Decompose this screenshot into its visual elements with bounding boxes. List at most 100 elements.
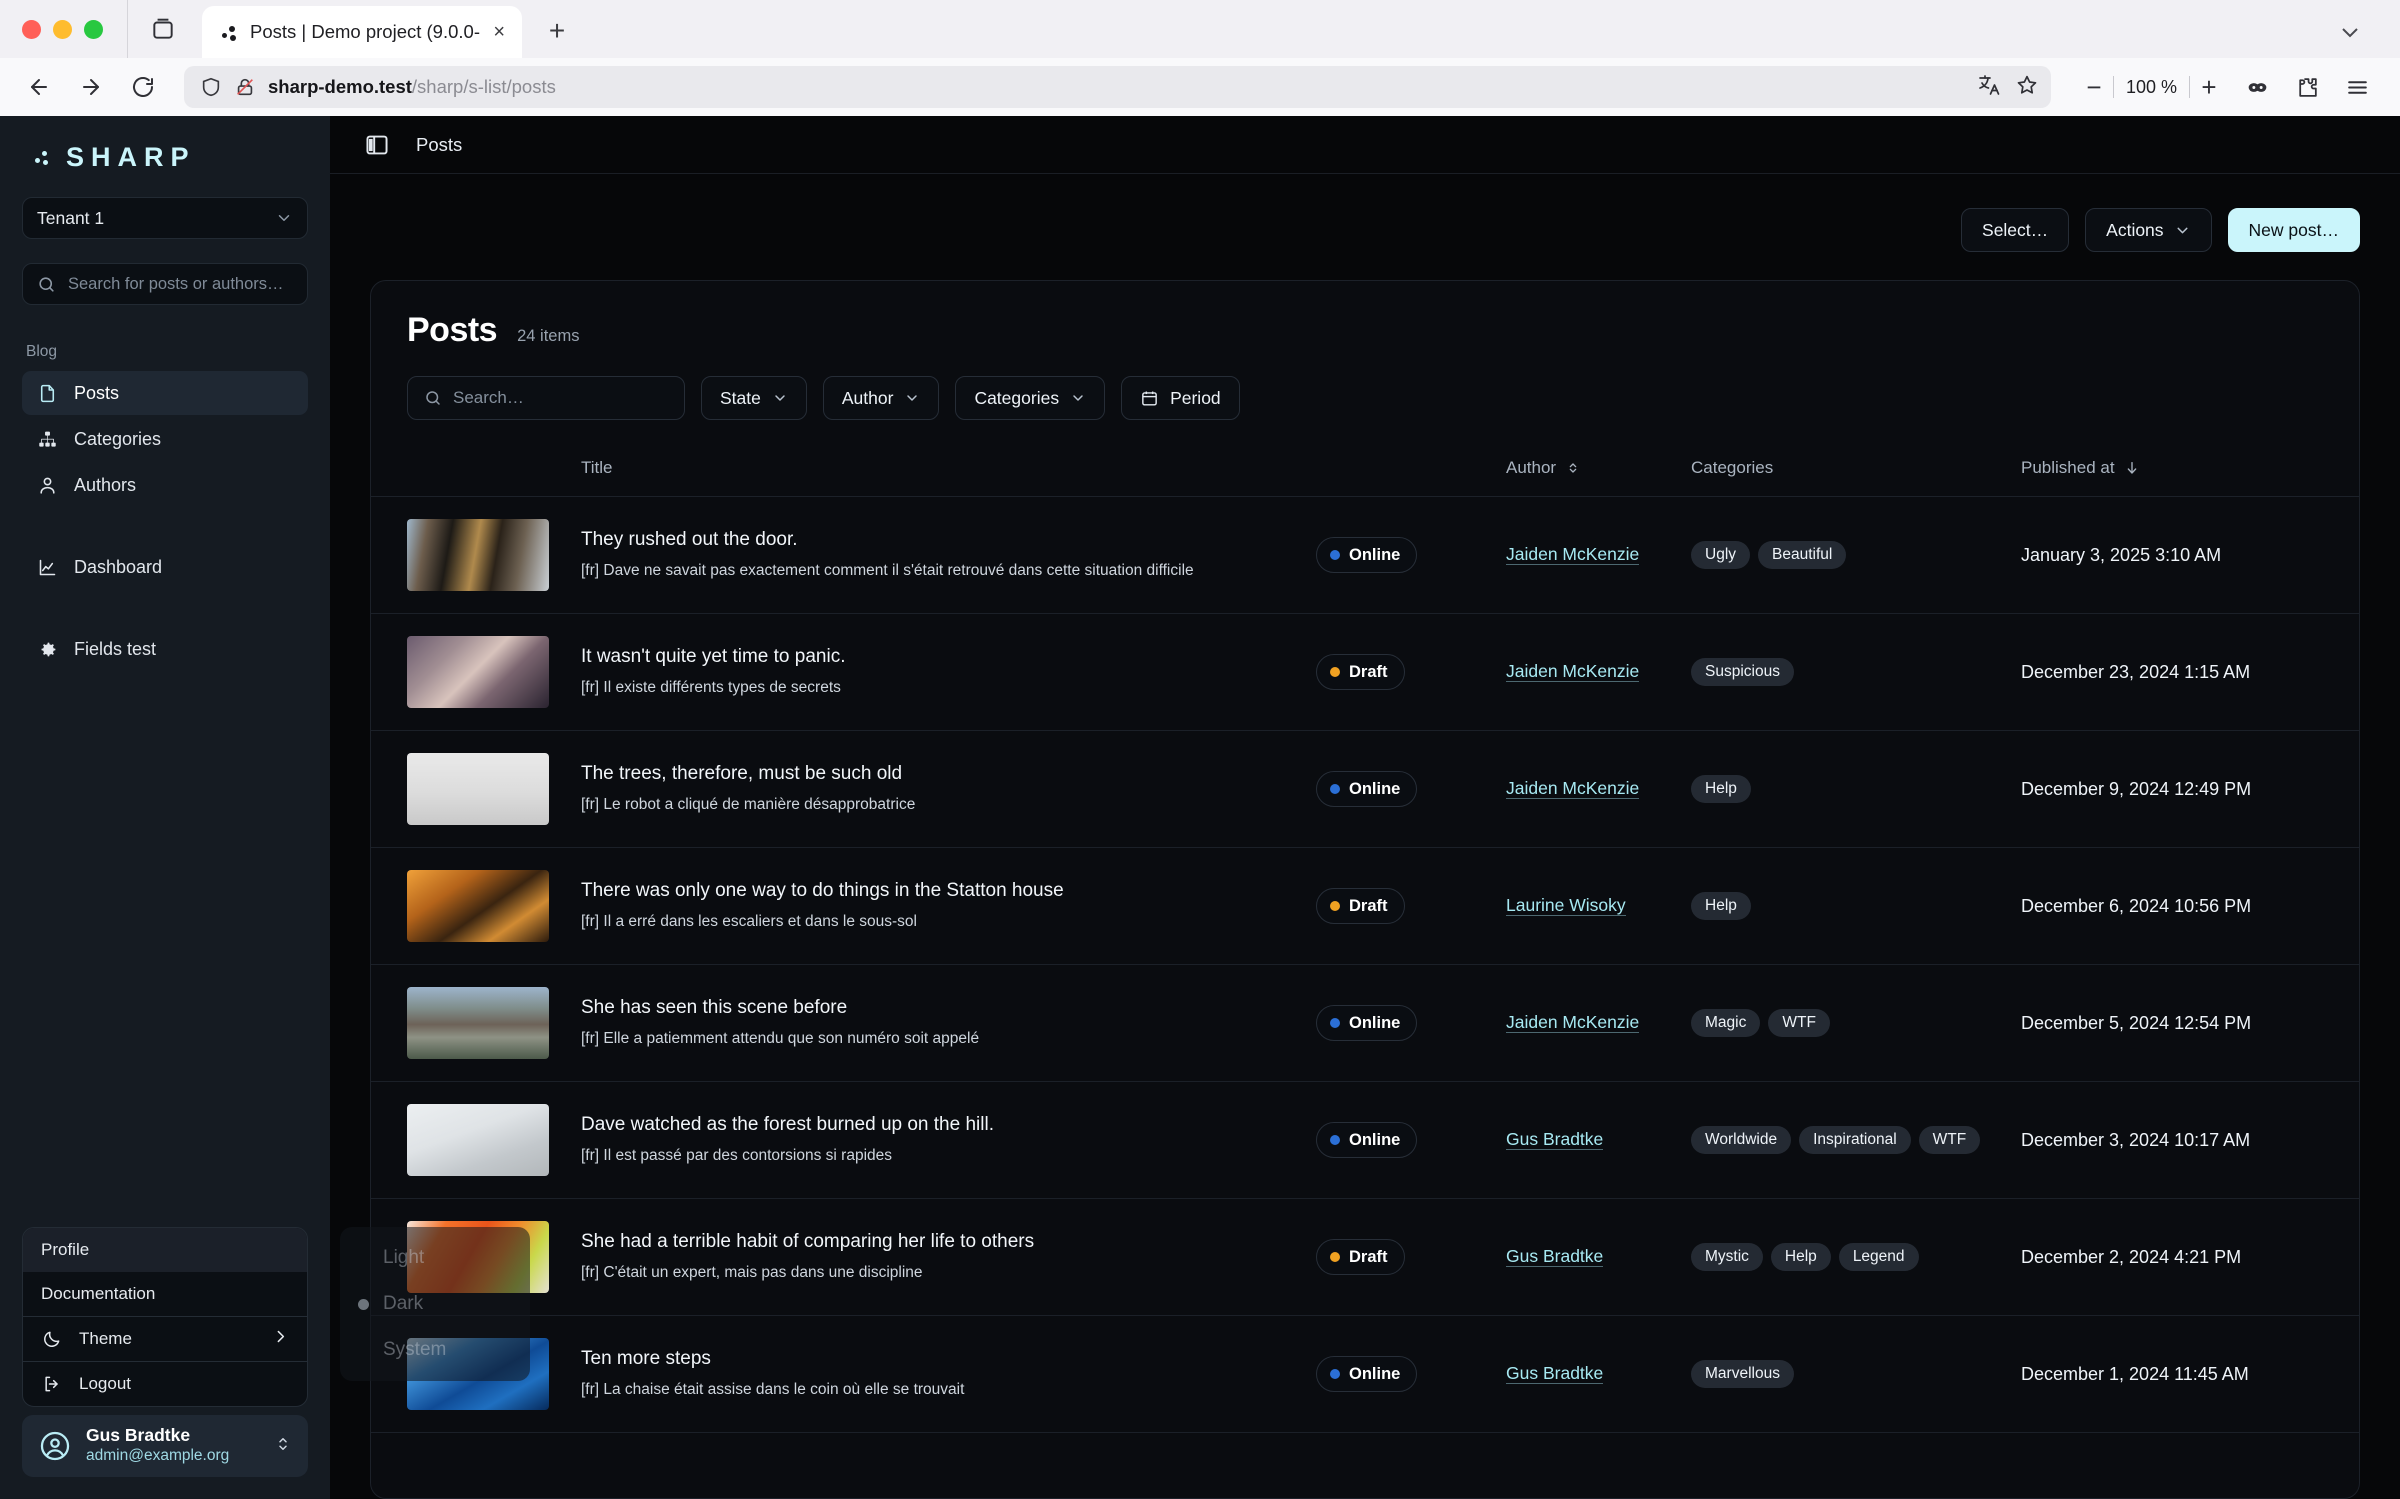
tab-overflow-chevron-down-icon[interactable]: [2338, 20, 2362, 44]
author-link[interactable]: Jaiden McKenzie: [1506, 778, 1640, 800]
row-title-cell[interactable]: She had a terrible habit of comparing he…: [581, 1198, 1316, 1316]
sidebar-item-label: Fields test: [74, 638, 157, 659]
column-title[interactable]: Title: [581, 446, 1316, 497]
column-categories[interactable]: Categories: [1691, 446, 2021, 497]
menu-item-documentation[interactable]: Documentation: [23, 1272, 307, 1316]
column-thumbnail: [371, 446, 581, 497]
author-link[interactable]: Gus Bradtke: [1506, 1363, 1604, 1385]
table-header: Title Author Categories Published at: [371, 446, 2359, 497]
address-bar[interactable]: sharp-demo.test/sharp/s-list/posts: [184, 66, 2051, 108]
extensions-puzzle-icon[interactable]: [2286, 66, 2328, 108]
actions-dropdown-button[interactable]: Actions: [2085, 208, 2212, 252]
back-button[interactable]: [18, 66, 60, 108]
close-window-button[interactable]: [22, 19, 41, 39]
row-title-cell[interactable]: It wasn't quite yet time to panic. [fr] I…: [581, 613, 1316, 731]
sidebar-search-input[interactable]: Search for posts or authors…: [22, 263, 308, 305]
sidebar-item-label: Dashboard: [74, 556, 163, 577]
table-row[interactable]: There was only one way to do things in t…: [371, 847, 2359, 965]
filter-label: State: [720, 387, 761, 408]
table-row[interactable]: She has seen this scene before [fr] Elle …: [371, 964, 2359, 1082]
filter-state[interactable]: State: [701, 376, 807, 420]
zoom-in-button[interactable]: +: [2190, 68, 2228, 106]
author-link[interactable]: Jaiden McKenzie: [1506, 1012, 1640, 1034]
breadcrumb: Posts: [416, 133, 463, 155]
select-button[interactable]: Select…: [1961, 208, 2070, 252]
zoom-out-button[interactable]: −: [2075, 68, 2113, 106]
shield-icon[interactable]: [200, 76, 222, 98]
logout-icon: [41, 1373, 63, 1395]
author-link[interactable]: Jaiden McKenzie: [1506, 661, 1640, 683]
author-link[interactable]: Gus Bradtke: [1506, 1129, 1604, 1151]
author-link[interactable]: Laurine Wisoky: [1506, 895, 1626, 917]
row-title-cell[interactable]: They rushed out the door. [fr] Dave ne sa…: [581, 496, 1316, 614]
row-state-cell: Draft: [1316, 1198, 1506, 1316]
table-row[interactable]: It wasn't quite yet time to panic. [fr] I…: [371, 613, 2359, 731]
category-badge: WTF: [1768, 1009, 1830, 1037]
posts-table-wrapper: Title Author Categories Published at The…: [371, 446, 2359, 1498]
column-published-at[interactable]: Published at: [2021, 446, 2359, 497]
extension-mask-icon[interactable]: [2236, 66, 2278, 108]
chevron-up-down-icon: [274, 1435, 292, 1458]
published-at: December 2, 2024 4:21 PM: [2021, 1246, 2242, 1267]
sidebar-item-authors[interactable]: Authors: [22, 463, 308, 507]
minimize-window-button[interactable]: [53, 19, 72, 39]
maximize-window-button[interactable]: [84, 19, 103, 39]
row-published-cell: December 23, 2024 1:15 AM: [2021, 613, 2359, 731]
table-row[interactable]: They rushed out the door. [fr] Dave ne sa…: [371, 496, 2359, 614]
sidebar-item-categories[interactable]: Categories: [22, 417, 308, 461]
row-title-cell[interactable]: Dave watched as the forest burned up on …: [581, 1081, 1316, 1199]
status-badge: Online: [1316, 771, 1418, 807]
table-row[interactable]: She had a terrible habit of comparing he…: [371, 1198, 2359, 1316]
bookmark-star-icon[interactable]: [2015, 73, 2039, 102]
table-row[interactable]: Ten more steps [fr] La chaise était assis…: [371, 1315, 2359, 1433]
chevron-down-icon: [2177, 227, 2188, 233]
post-subtitle: [fr] La chaise était assise dans le coin…: [581, 1380, 965, 1398]
menu-item-profile[interactable]: Profile: [23, 1228, 307, 1272]
tab-list-icon[interactable]: [127, 0, 198, 58]
post-title: It wasn't quite yet time to panic.: [581, 645, 846, 667]
browser-tab[interactable]: Posts | Demo project (9.0.0-alph ×: [202, 6, 522, 58]
row-title-cell[interactable]: She has seen this scene before [fr] Elle …: [581, 964, 1316, 1082]
tenant-selector[interactable]: Tenant 1: [22, 197, 308, 239]
column-author[interactable]: Author: [1506, 446, 1691, 497]
new-tab-button[interactable]: +: [534, 8, 580, 54]
row-categories-cell: Marvellous: [1691, 1315, 2021, 1433]
toggle-sidebar-icon[interactable]: [364, 132, 390, 158]
sidebar-item-dashboard[interactable]: Dashboard: [22, 545, 308, 589]
author-link[interactable]: Jaiden McKenzie: [1506, 544, 1640, 566]
forward-button[interactable]: [70, 66, 112, 108]
status-label: Draft: [1349, 896, 1388, 915]
menu-item-logout[interactable]: Logout: [23, 1362, 307, 1406]
row-title-cell[interactable]: Ten more steps [fr] La chaise était assis…: [581, 1315, 1316, 1433]
tab-title: Posts | Demo project (9.0.0-alph: [250, 21, 480, 42]
close-tab-icon[interactable]: ×: [490, 20, 508, 44]
filter-author[interactable]: Author: [822, 376, 940, 420]
table-row[interactable]: Dave watched as the forest burned up on …: [371, 1081, 2359, 1199]
filter-categories[interactable]: Categories: [955, 376, 1106, 420]
new-post-button[interactable]: New post…: [2227, 208, 2360, 252]
zoom-controls[interactable]: − 100 % +: [2075, 68, 2228, 106]
row-categories-cell: Help: [1691, 847, 2021, 965]
post-title: Ten more steps: [581, 1347, 711, 1369]
user-account-button[interactable]: Gus Bradtke admin@example.org: [22, 1415, 308, 1477]
menu-item-theme[interactable]: Theme: [23, 1317, 307, 1361]
list-search-input[interactable]: Search…: [407, 376, 685, 420]
app-logo[interactable]: SHARP: [0, 116, 330, 193]
sidebar-item-posts[interactable]: Posts: [22, 371, 308, 415]
row-author-cell: Jaiden McKenzie: [1506, 613, 1691, 731]
window-controls[interactable]: [22, 0, 127, 58]
column-published-label: Published at: [2021, 458, 2115, 477]
filter-period[interactable]: Period: [1121, 376, 1240, 420]
sidebar-item-fields-test[interactable]: Fields test: [22, 627, 308, 671]
table-row[interactable]: The trees, therefore, must be such old [f…: [371, 730, 2359, 848]
browser-menu-icon[interactable]: [2336, 66, 2378, 108]
row-title-cell[interactable]: The trees, therefore, must be such old [f…: [581, 730, 1316, 848]
reload-button[interactable]: [122, 66, 164, 108]
sort-desc-arrow-icon: [2127, 462, 2136, 474]
translate-icon[interactable]: [1977, 73, 2001, 102]
insecure-lock-icon[interactable]: [234, 76, 256, 98]
row-state-cell: Draft: [1316, 613, 1506, 731]
author-link[interactable]: Gus Bradtke: [1506, 1246, 1604, 1268]
row-title-cell[interactable]: There was only one way to do things in t…: [581, 847, 1316, 965]
